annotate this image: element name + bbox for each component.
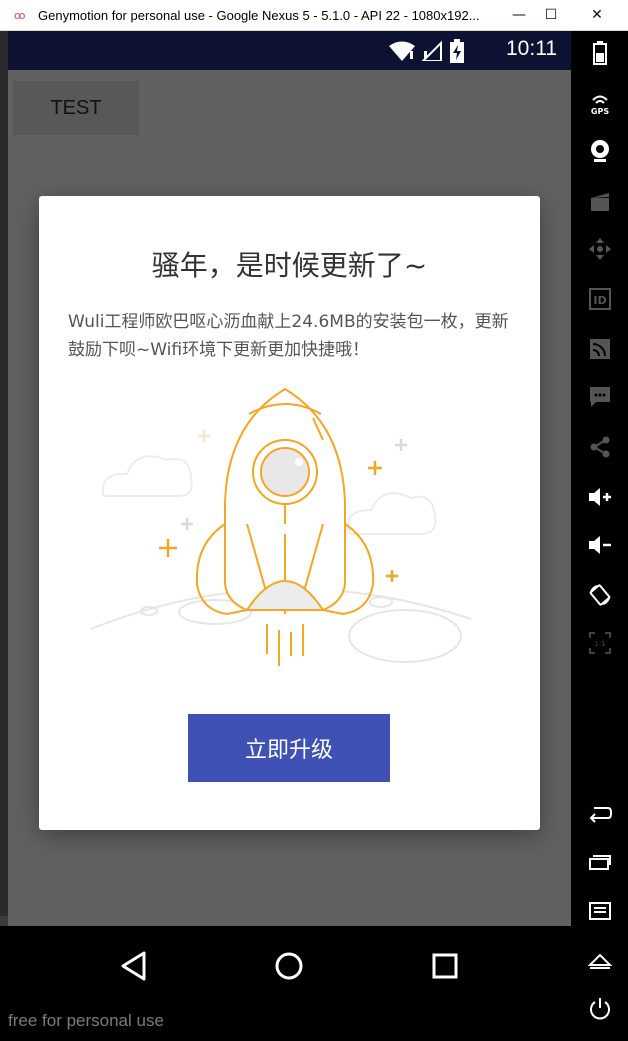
- network-tool[interactable]: [580, 331, 620, 367]
- nav-home-button[interactable]: [269, 948, 309, 984]
- device-id-icon: ID: [589, 288, 611, 310]
- wifi-icon: [389, 41, 415, 61]
- back-icon: [589, 807, 612, 823]
- cell-signal-icon: [421, 41, 442, 61]
- back-tool[interactable]: [580, 795, 620, 831]
- power-icon: [590, 998, 610, 1020]
- upgrade-now-button[interactable]: 立即升级: [188, 714, 390, 782]
- dpad-tool[interactable]: [580, 231, 620, 267]
- network-icon: [590, 339, 610, 359]
- window-titlebar: oo Genymotion for personal use - Google …: [0, 0, 628, 31]
- webcam-tool[interactable]: [580, 133, 620, 169]
- recent-apps-tool[interactable]: [580, 843, 620, 879]
- maximize-button[interactable]: ☐: [530, 0, 572, 30]
- volume-down-tool[interactable]: [580, 527, 620, 563]
- genymotion-logo-icon: oo: [14, 8, 25, 22]
- sms-icon: [590, 387, 610, 407]
- battery-charging-icon: [450, 39, 464, 63]
- battery-tool[interactable]: [580, 35, 620, 71]
- device-id-tool[interactable]: ID: [580, 281, 620, 317]
- recent-apps-icon: [589, 855, 611, 870]
- nav-back-button[interactable]: [114, 948, 154, 984]
- webcam-icon: [591, 140, 609, 162]
- back-triangle-icon: [121, 951, 146, 981]
- home-circle-icon: [275, 952, 303, 980]
- rotate-icon: [589, 584, 611, 606]
- sms-tool[interactable]: [580, 379, 620, 415]
- screencast-icon: [591, 193, 609, 211]
- volume-up-icon: [589, 488, 611, 506]
- svg-text:ID: ID: [593, 294, 606, 307]
- volume-up-tool[interactable]: [580, 479, 620, 515]
- emulator-toolbar: GPS ID 1:1: [571, 31, 628, 1041]
- update-dialog: 骚年，是时候更新了~ Wuli工程师欧巴呕心沥血献上24.6MB的安装包一枚，更…: [39, 196, 540, 830]
- nav-recents-button[interactable]: [425, 948, 465, 984]
- svg-text:GPS: GPS: [591, 107, 609, 115]
- rocket-illustration: [90, 387, 472, 666]
- home-tool[interactable]: [580, 943, 620, 979]
- gps-tool[interactable]: GPS: [580, 85, 620, 121]
- home-icon: [588, 953, 612, 969]
- menu-icon: [589, 902, 611, 920]
- volume-down-icon: [589, 536, 611, 554]
- status-clock: 10:11: [506, 37, 557, 60]
- power-tool[interactable]: [580, 991, 620, 1027]
- pixel-perfect-tool[interactable]: 1:1: [580, 625, 620, 661]
- personal-use-watermark: free for personal use: [8, 1011, 164, 1030]
- rotate-tool[interactable]: [580, 577, 620, 613]
- status-bar: 10:11: [8, 31, 571, 70]
- test-button[interactable]: TEST: [13, 81, 139, 135]
- pixel-perfect-icon: 1:1: [589, 632, 611, 654]
- dialog-message: Wuli工程师欧巴呕心沥血献上24.6MB的安装包一枚，更新鼓励下呗~Wifi环…: [68, 312, 509, 360]
- device-screen: 10:11 TEST 骚年，是时候更新了~ Wuli工程师欧巴呕心沥血献上24.…: [8, 31, 571, 958]
- recents-square-icon: [432, 953, 458, 979]
- dialog-title: 骚年，是时候更新了~: [151, 249, 428, 282]
- svg-text:1:1: 1:1: [594, 640, 605, 648]
- share-tool[interactable]: [580, 429, 620, 465]
- close-button[interactable]: ✕: [576, 0, 618, 30]
- battery-icon: [593, 41, 607, 65]
- screencast-tool[interactable]: [580, 183, 620, 219]
- gps-icon: GPS: [591, 95, 609, 115]
- share-icon: [590, 436, 610, 458]
- menu-tool[interactable]: [580, 893, 620, 929]
- dpad-icon: [589, 238, 611, 260]
- window-title: Genymotion for personal use - Google Nex…: [38, 7, 480, 23]
